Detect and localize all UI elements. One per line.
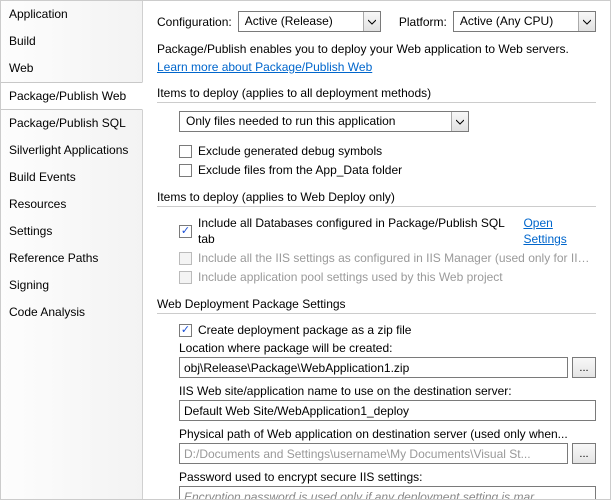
sidebar-item-code-analysis[interactable]: Code Analysis [1,299,142,326]
password-label: Password used to encrypt secure IIS sett… [179,470,596,484]
chevron-down-icon [363,12,380,31]
items-to-deploy-dropdown[interactable]: Only files needed to run this applicatio… [179,111,469,132]
section-package-settings: Web Deployment Package Settings [157,295,596,314]
create-zip-label: Create deployment package as a zip file [198,322,411,338]
sidebar-item-reference-paths[interactable]: Reference Paths [1,245,142,272]
sidebar-item-build-events[interactable]: Build Events [1,164,142,191]
location-label: Location where package will be created: [179,341,596,355]
open-settings-link[interactable]: Open Settings [523,215,596,247]
include-apppool-label: Include application pool settings used b… [198,269,503,285]
sidebar-item-silverlight[interactable]: Silverlight Applications [1,137,142,164]
sidebar-item-web[interactable]: Web [1,55,142,82]
iis-name-input[interactable] [179,400,596,421]
sidebar-item-signing[interactable]: Signing [1,272,142,299]
exclude-debug-label: Exclude generated debug symbols [198,143,382,159]
platform-value: Active (Any CPU) [454,12,578,31]
create-zip-checkbox[interactable] [179,324,192,337]
section-items-webdeploy: Items to deploy (applies to Web Deploy o… [157,188,596,207]
sidebar-item-resources[interactable]: Resources [1,191,142,218]
include-iis-label: Include all the IIS settings as configur… [198,250,596,266]
sidebar-item-package-publish-sql[interactable]: Package/Publish SQL [1,110,142,137]
configuration-value: Active (Release) [239,12,363,31]
intro-text: Package/Publish enables you to deploy yo… [157,42,596,56]
items-to-deploy-value: Only files needed to run this applicatio… [180,112,451,131]
chevron-down-icon [451,112,468,131]
section-items-all: Items to deploy (applies to all deployme… [157,84,596,103]
include-databases-label: Include all Databases configured in Pack… [198,215,509,247]
include-apppool-checkbox [179,271,192,284]
chevron-down-icon [578,12,595,31]
password-input[interactable] [179,486,596,499]
include-iis-checkbox [179,252,192,265]
include-databases-checkbox[interactable] [179,225,192,238]
exclude-appdata-checkbox[interactable] [179,164,192,177]
physical-path-input[interactable] [179,443,568,464]
learn-more-link[interactable]: Learn more about Package/Publish Web [157,60,372,74]
location-input[interactable] [179,357,568,378]
browse-physical-button[interactable]: ... [572,443,596,464]
sidebar-item-settings[interactable]: Settings [1,218,142,245]
exclude-appdata-label: Exclude files from the App_Data folder [198,162,402,178]
sidebar-item-application[interactable]: Application [1,1,142,28]
browse-location-button[interactable]: ... [572,357,596,378]
exclude-debug-checkbox[interactable] [179,145,192,158]
main-panel: Configuration: Active (Release) Platform… [143,1,610,499]
sidebar-item-build[interactable]: Build [1,28,142,55]
configuration-label: Configuration: [157,15,232,29]
physical-path-label: Physical path of Web application on dest… [179,427,596,441]
sidebar-item-package-publish-web[interactable]: Package/Publish Web [1,82,143,110]
sidebar: Application Build Web Package/Publish We… [1,1,143,499]
iis-name-label: IIS Web site/application name to use on … [179,384,596,398]
platform-dropdown[interactable]: Active (Any CPU) [453,11,596,32]
platform-label: Platform: [399,15,447,29]
configuration-dropdown[interactable]: Active (Release) [238,11,381,32]
